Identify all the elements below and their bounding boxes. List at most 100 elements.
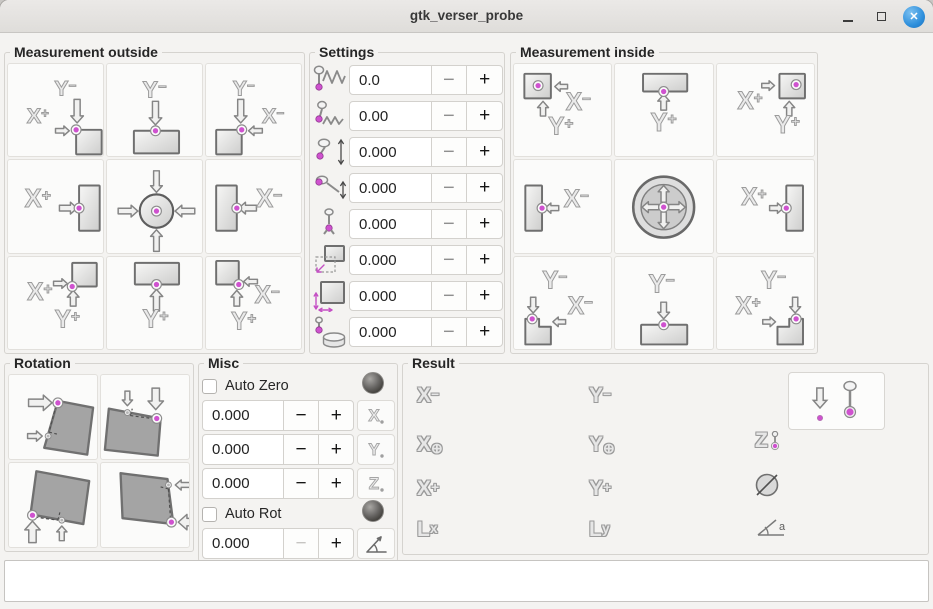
- probe-outside-corner-bottom-right[interactable]: X−Y+: [205, 256, 302, 350]
- measurement-outside-label: Measurement outside: [10, 44, 162, 60]
- probe-outside-corner-top-right[interactable]: Y−X−: [205, 63, 302, 157]
- svg-text:X+: X+: [27, 103, 49, 128]
- out-bl-icon: X+Y+: [27, 263, 97, 334]
- search-feed-increment-button[interactable]: +: [466, 65, 503, 95]
- zero-y-button[interactable]: Y: [357, 434, 395, 465]
- svg-text:X−: X−: [568, 293, 593, 320]
- rotation-angle-increment-button[interactable]: +: [318, 528, 354, 559]
- rotate-probe-bottom-edge[interactable]: [8, 462, 98, 548]
- misc-label: Misc: [204, 355, 243, 371]
- search-feed-decrement-button[interactable]: −: [431, 65, 468, 95]
- rotate-probe-top-edge[interactable]: [100, 374, 190, 460]
- probe-outside-left-edge[interactable]: X+: [7, 159, 104, 253]
- probe-inside-corner-bottom-right[interactable]: Y−X+: [716, 256, 815, 350]
- latch-return-distance-decrement-button[interactable]: −: [431, 173, 468, 203]
- result-frame: Result X−Y−X⊕Y⊕ZX+Y+LxLya: [402, 363, 929, 555]
- auto-zero-checkbox[interactable]: [202, 379, 217, 394]
- in-b-icon: Y−: [641, 270, 687, 344]
- message-area[interactable]: [4, 560, 929, 602]
- result-y-minus: Y−: [589, 385, 611, 406]
- probe-tip-diameter-input[interactable]: 0.000: [349, 209, 432, 239]
- zero-offset-row-z: 0.000−+Z: [202, 468, 395, 499]
- rotation-frame: Rotation: [4, 363, 194, 552]
- in-tr-icon: X+Y+: [737, 74, 805, 139]
- minimize-button[interactable]: [837, 6, 859, 28]
- probe-outside-corner-bottom-left[interactable]: X+Y+: [7, 256, 104, 350]
- rotate-probe-right-edge[interactable]: [100, 462, 190, 548]
- offset-z-increment-button[interactable]: +: [318, 468, 354, 499]
- probe-inside-corner-bottom-left[interactable]: Y−X−: [513, 256, 612, 350]
- svg-text:Y−: Y−: [54, 75, 76, 100]
- result-length-x: Lx: [417, 519, 438, 540]
- search-feed-input[interactable]: 0.0: [349, 65, 432, 95]
- probe-max-travel-increment-button[interactable]: +: [466, 137, 503, 167]
- xy-clearance-increment-button[interactable]: +: [466, 245, 503, 275]
- in-c-icon: [634, 177, 695, 238]
- offset-y-decrement-button[interactable]: −: [283, 434, 320, 465]
- probe-max-travel-input[interactable]: 0.000: [349, 137, 432, 167]
- probe-inside-corner-top-right[interactable]: X+Y+: [716, 63, 815, 157]
- offset-z-decrement-button[interactable]: −: [283, 468, 320, 499]
- auto-rot-label: Auto Rot: [225, 506, 281, 522]
- rotation-angle-decrement-button[interactable]: −: [283, 528, 320, 559]
- in-t-icon: Y+: [643, 74, 687, 137]
- probe-inside-top-edge[interactable]: Y+: [614, 63, 713, 157]
- outside-grid: Y−X+Y−Y−X−X+X−X+Y+Y+X−Y+: [7, 63, 302, 350]
- z-clearance-increment-button[interactable]: +: [466, 317, 503, 347]
- offset-z-input[interactable]: 0.000: [202, 468, 284, 499]
- auto-rot-checkbox[interactable]: [202, 507, 217, 522]
- probe-z-down-button[interactable]: [788, 372, 885, 430]
- edge-length-increment-button[interactable]: +: [466, 281, 503, 311]
- probe-diameter-icon: [311, 209, 349, 239]
- probe-max-travel-decrement-button[interactable]: −: [431, 137, 468, 167]
- probe-inside-right-edge[interactable]: X+: [716, 159, 815, 253]
- rotate-probe-left-edge[interactable]: [8, 374, 98, 460]
- svg-text:X+: X+: [25, 185, 51, 213]
- edge-length-input[interactable]: 0.000: [349, 281, 432, 311]
- probe-outside-top-edge[interactable]: Y−: [106, 63, 203, 157]
- probe-outside-bottom-edge[interactable]: Y+: [106, 256, 203, 350]
- rotation-angle-input[interactable]: 0.000: [202, 528, 284, 559]
- probe-tip-diameter-decrement-button[interactable]: −: [431, 209, 468, 239]
- latch-return-icon: [311, 173, 349, 203]
- close-button[interactable]: ✕: [903, 6, 925, 28]
- probe-inside-corner-top-left[interactable]: X−Y+: [513, 63, 612, 157]
- probe-inside-hole-center[interactable]: [614, 159, 713, 253]
- zero-x-button[interactable]: X: [357, 400, 395, 431]
- latch-return-distance-increment-button[interactable]: +: [466, 173, 503, 203]
- settings-row-xy-clearance: 0.000−+: [311, 245, 503, 275]
- settings-row-probe-feed: 0.00−+: [311, 101, 503, 131]
- probe-inside-bottom-edge[interactable]: Y−: [614, 256, 713, 350]
- offset-y-input[interactable]: 0.000: [202, 434, 284, 465]
- zero-z-button[interactable]: Z: [357, 468, 395, 499]
- probe-outside-corner-top-left[interactable]: Y−X+: [7, 63, 104, 157]
- probe-tip-diameter-increment-button[interactable]: +: [466, 209, 503, 239]
- misc-frame: Misc Auto Zero 0.000−+X0.000−+Y0.000−+Z …: [198, 363, 398, 562]
- probe-outside-right-edge[interactable]: X−: [205, 159, 302, 253]
- probe-inside-left-edge[interactable]: X−: [513, 159, 612, 253]
- offset-x-decrement-button[interactable]: −: [283, 400, 320, 431]
- offset-x-increment-button[interactable]: +: [318, 400, 354, 431]
- probe-feed-decrement-button[interactable]: −: [431, 101, 468, 131]
- maximize-button[interactable]: [870, 6, 892, 28]
- edge-length-icon: [311, 281, 349, 311]
- result-angle: a: [755, 516, 787, 543]
- offset-y-increment-button[interactable]: +: [318, 434, 354, 465]
- set-rotation-button[interactable]: [357, 528, 395, 559]
- svg-text:X+: X+: [27, 279, 52, 306]
- measurement-inside-frame: Measurement inside X−Y+Y+X+Y+X−X+Y−X−Y−Y…: [510, 52, 818, 354]
- result-x-center: X⊕: [417, 434, 443, 455]
- latch-return-distance-input[interactable]: 0.000: [349, 173, 432, 203]
- measurement-inside-label: Measurement inside: [516, 44, 659, 60]
- probe-outside-circle-center[interactable]: [106, 159, 203, 253]
- z-clearance-decrement-button[interactable]: −: [431, 317, 468, 347]
- probe-feed-input[interactable]: 0.00: [349, 101, 432, 131]
- probe-feed-increment-button[interactable]: +: [466, 101, 503, 131]
- edge-length-decrement-button[interactable]: −: [431, 281, 468, 311]
- xy-clearance-decrement-button[interactable]: −: [431, 245, 468, 275]
- z-clearance-input[interactable]: 0.000: [349, 317, 432, 347]
- rotation-label: Rotation: [10, 355, 75, 371]
- titlebar[interactable]: gtk_verser_probe ✕: [0, 0, 933, 33]
- offset-x-input[interactable]: 0.000: [202, 400, 284, 431]
- xy-clearance-input[interactable]: 0.000: [349, 245, 432, 275]
